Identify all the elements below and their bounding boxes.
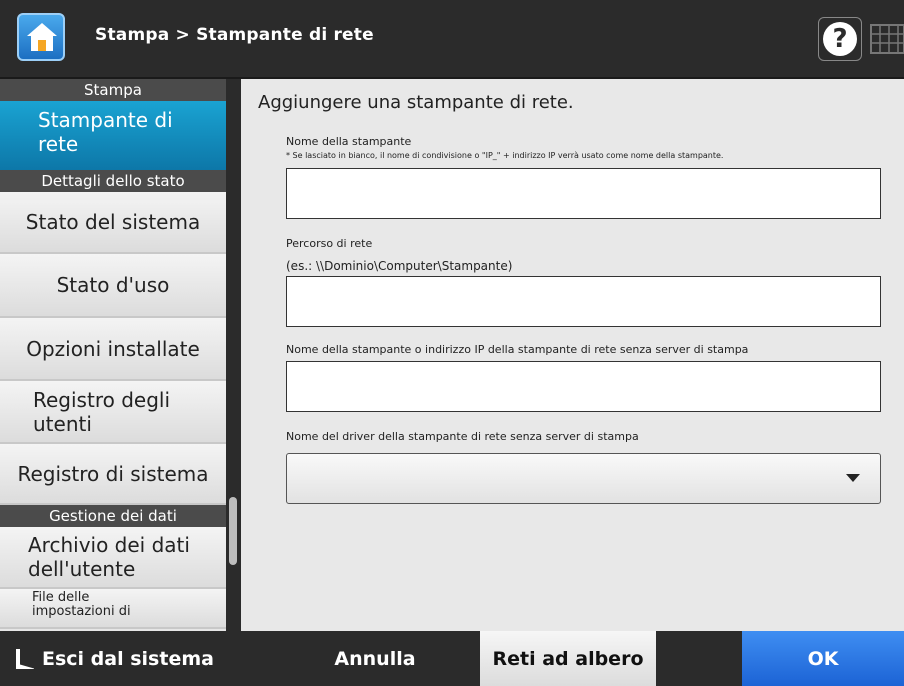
sidebar-item-label: Opzioni installate	[26, 336, 200, 361]
breadcrumb: Stampa > Stampante di rete	[95, 25, 374, 45]
chevron-down-icon	[846, 474, 860, 482]
network-path-field[interactable]	[286, 276, 881, 327]
sidebar-item-network-printer[interactable]: Stampante di rete	[0, 101, 226, 170]
sidebar-item-settings-files[interactable]: File delle impostazioni di	[0, 589, 226, 629]
sidebar-item-usage-status[interactable]: Stato d'uso	[0, 254, 226, 318]
sidebar-item-label: Registro degli utenti	[33, 387, 171, 436]
sidebar-item-label: Stato del sistema	[25, 210, 201, 234]
driver-name-label: Nome del driver della stampante di rete …	[286, 430, 639, 443]
ip-address-field[interactable]	[286, 361, 881, 412]
sidebar-section-status: Dettagli dello stato	[0, 170, 226, 192]
sidebar-item-label: Stampante di rete	[38, 107, 173, 156]
footer-bar: Esci dal sistema Annulla Reti ad albero …	[0, 631, 904, 686]
keyboard-icon	[870, 24, 904, 54]
sidebar-item-user-log[interactable]: Registro degli utenti	[0, 381, 226, 444]
logout-label: Esci dal sistema	[42, 647, 214, 670]
sidebar-section-print: Stampa	[0, 79, 226, 101]
logout-button[interactable]: Esci dal sistema	[0, 631, 241, 686]
printer-name-label: Nome della stampante	[286, 135, 412, 148]
page-title: Aggiungere una stampante di rete.	[258, 92, 574, 113]
printer-name-note: * Se lasciato in bianco, il nome di cond…	[286, 151, 724, 160]
help-icon: ?	[823, 22, 857, 56]
keyboard-button[interactable]	[867, 17, 904, 61]
network-tree-button[interactable]: Reti ad albero	[480, 631, 656, 686]
help-button[interactable]: ?	[818, 17, 862, 61]
network-path-label: Percorso di rete	[286, 237, 373, 250]
sidebar-section-data: Gestione dei dati	[0, 505, 226, 527]
home-button[interactable]	[17, 13, 65, 61]
network-path-example: (es.: \\Dominio\Computer\Stampante)	[286, 259, 513, 273]
driver-name-select[interactable]	[286, 453, 881, 504]
sidebar-item-system-status[interactable]: Stato del sistema	[0, 192, 226, 254]
sidebar-item-label: Archivio dei dati dell'utente	[28, 533, 190, 581]
sidebar-item-user-data-archive[interactable]: Archivio dei dati dell'utente	[0, 527, 226, 589]
sidebar-scrollbar[interactable]	[226, 79, 241, 631]
scrollbar-thumb[interactable]	[229, 497, 237, 565]
sidebar-item-label: File delle impostazioni di	[32, 590, 131, 619]
home-icon	[27, 23, 57, 51]
sidebar-item-label: Stato d'uso	[56, 273, 170, 297]
sidebar-item-installed-options[interactable]: Opzioni installate	[0, 318, 226, 381]
sidebar-item-label: Registro di sistema	[17, 461, 209, 486]
main-panel: Aggiungere una stampante di rete. Nome d…	[241, 79, 904, 631]
cancel-button[interactable]: Annulla	[284, 631, 466, 686]
header-bar: Stampa > Stampante di rete ?	[0, 0, 904, 77]
printer-name-field[interactable]	[286, 168, 881, 219]
sidebar-item-system-log[interactable]: Registro di sistema	[0, 444, 226, 505]
sidebar: Stampa Stampante di rete Dettagli dello …	[0, 79, 226, 631]
logout-icon	[16, 648, 34, 669]
ok-button[interactable]: OK	[742, 631, 904, 686]
ip-address-label: Nome della stampante o indirizzo IP dell…	[286, 343, 749, 356]
